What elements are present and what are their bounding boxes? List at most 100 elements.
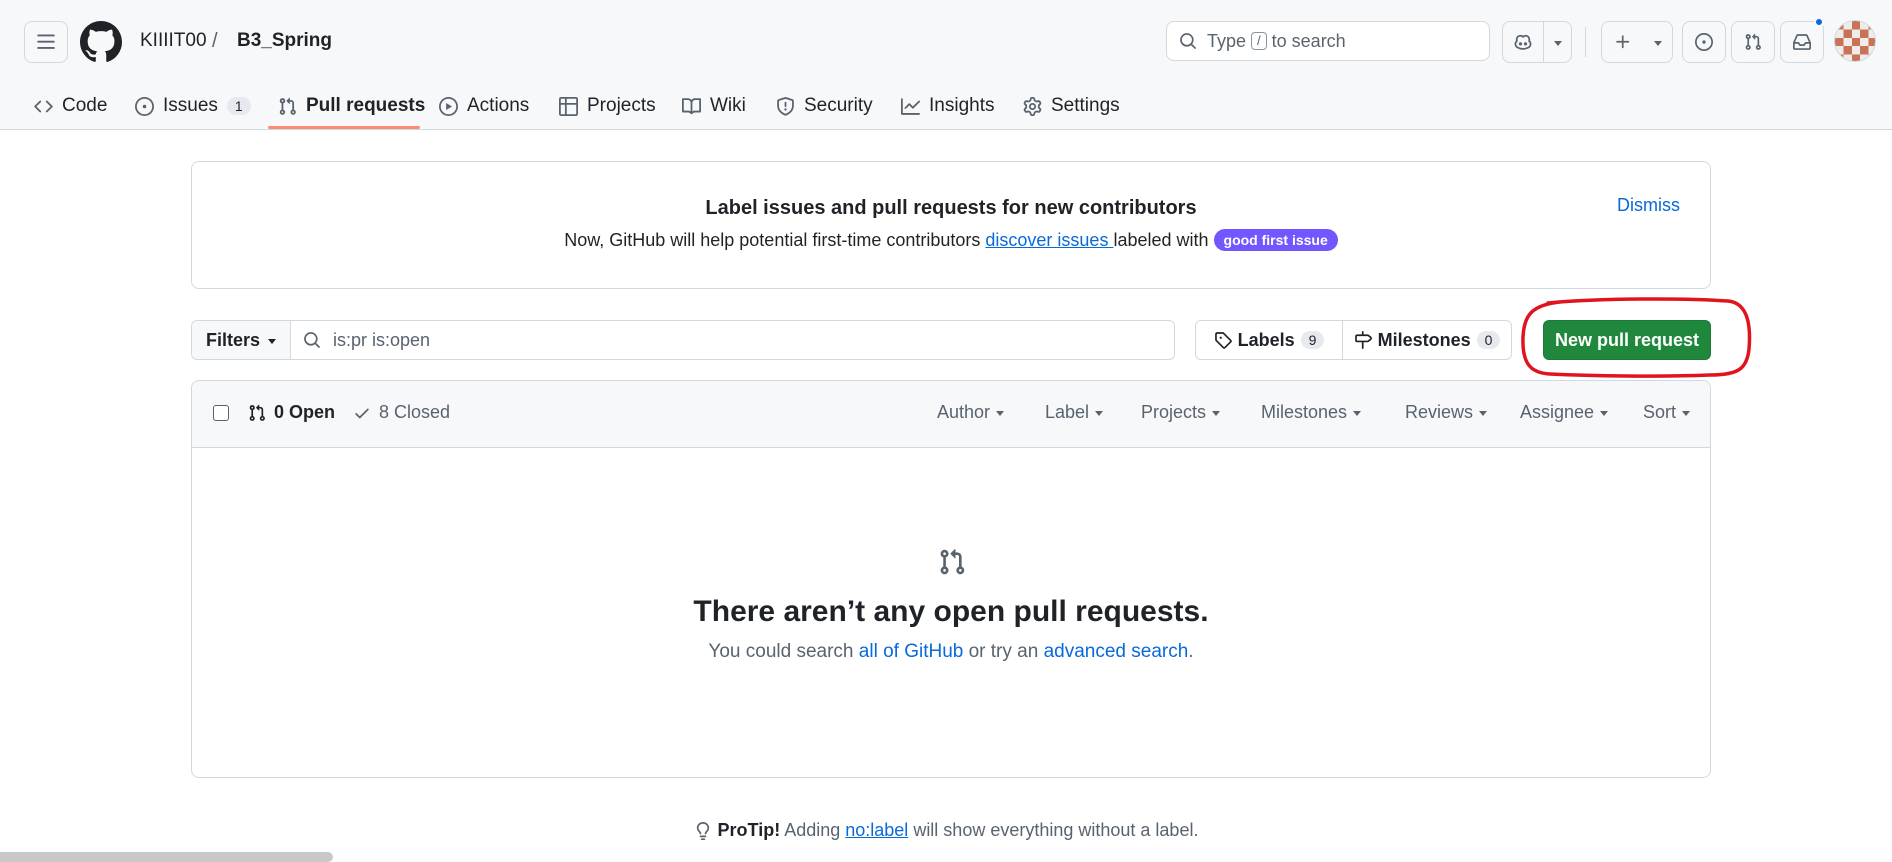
tab-label: Insights bbox=[929, 95, 995, 116]
horizontal-scrollbar[interactable] bbox=[0, 852, 333, 862]
path-separator: / bbox=[212, 30, 218, 52]
reviews-label: Reviews bbox=[1405, 402, 1474, 422]
new-contributors-banner: Label issues and pull requests for new c… bbox=[191, 161, 1711, 289]
tab-projects[interactable]: Projects bbox=[551, 82, 664, 130]
identicon-icon bbox=[1835, 21, 1875, 61]
repo-owner-link[interactable]: KIIIIT00 bbox=[140, 30, 207, 52]
inbox-icon bbox=[1793, 34, 1811, 50]
copilot-button[interactable] bbox=[1503, 22, 1543, 62]
check-icon bbox=[355, 408, 369, 418]
discover-issues-link[interactable]: discover issues bbox=[985, 230, 1113, 250]
light-bulb-icon bbox=[696, 821, 709, 840]
tab-security[interactable]: Security bbox=[768, 82, 881, 130]
sort-dropdown[interactable]: Sort bbox=[1643, 402, 1691, 423]
dismiss-button[interactable]: Dismiss bbox=[1617, 195, 1680, 216]
tab-label: Projects bbox=[587, 95, 656, 116]
protip: ProTip! Adding no:label will show everyt… bbox=[0, 820, 1892, 841]
search-icon bbox=[304, 332, 320, 348]
pull-requests-button[interactable] bbox=[1731, 21, 1775, 63]
milestones-dropdown[interactable]: Milestones bbox=[1261, 402, 1362, 423]
search-icon bbox=[1180, 33, 1196, 49]
tab-label: Actions bbox=[467, 95, 530, 116]
labels-milestones-group: Labels 9 Milestones 0 bbox=[1195, 320, 1512, 360]
plus-icon bbox=[1616, 35, 1630, 49]
filter-bar: Filters is:pr is:open bbox=[191, 320, 1175, 360]
avatar[interactable] bbox=[1834, 20, 1876, 62]
no-label-link[interactable]: no:label bbox=[845, 820, 908, 840]
copilot-button-group bbox=[1502, 21, 1572, 63]
label-label: Label bbox=[1045, 402, 1090, 422]
filters-dropdown-button[interactable]: Filters bbox=[192, 321, 291, 359]
blankslate-text-start: You could search bbox=[708, 641, 859, 662]
protip-strong: ProTip! bbox=[717, 820, 781, 840]
label-dropdown[interactable]: Label bbox=[1045, 402, 1104, 423]
open-filter-link[interactable]: 0 Open bbox=[248, 402, 335, 423]
repo-name-link[interactable]: B3_Spring bbox=[237, 30, 332, 52]
assignee-label: Assignee bbox=[1520, 402, 1595, 422]
tab-label: Pull requests bbox=[306, 95, 426, 116]
advanced-search-link[interactable]: advanced search bbox=[1044, 641, 1189, 662]
assignee-dropdown[interactable]: Assignee bbox=[1520, 402, 1609, 423]
author-dropdown[interactable]: Author bbox=[937, 402, 1005, 423]
milestone-icon bbox=[1354, 331, 1372, 349]
graph-icon bbox=[901, 97, 920, 115]
good-first-issue-label[interactable]: good first issue bbox=[1213, 229, 1338, 251]
closed-filter-link[interactable]: 8 Closed bbox=[353, 402, 450, 423]
create-new-dropdown[interactable] bbox=[1644, 22, 1672, 62]
tab-issues[interactable]: Issues 1 bbox=[127, 82, 259, 130]
banner-text-start: Now, GitHub will help potential first-ti… bbox=[564, 230, 986, 250]
github-logo-icon[interactable] bbox=[80, 21, 122, 63]
list-header: 0 Open 8 Closed Author Label Projects Mi… bbox=[192, 381, 1710, 448]
menu-button[interactable] bbox=[24, 21, 68, 63]
closed-count: 8 Closed bbox=[379, 402, 451, 422]
copilot-dropdown[interactable] bbox=[1543, 22, 1571, 62]
tab-pull-requests[interactable]: Pull requests bbox=[270, 82, 433, 130]
inbox-button[interactable] bbox=[1780, 21, 1824, 63]
tab-actions[interactable]: Actions bbox=[431, 82, 537, 130]
author-label: Author bbox=[937, 402, 991, 422]
issue-opened-icon bbox=[1695, 33, 1713, 51]
table-icon bbox=[559, 96, 578, 116]
search-shortcut-key: / bbox=[1251, 32, 1267, 50]
repo-header: KIIIIT00 / B3_Spring Type / to search Co… bbox=[0, 0, 1892, 130]
git-pull-request-icon bbox=[249, 404, 265, 421]
reviews-dropdown[interactable]: Reviews bbox=[1405, 402, 1488, 423]
tab-insights[interactable]: Insights bbox=[893, 82, 1002, 130]
blankslate-text-end: . bbox=[1188, 641, 1194, 662]
select-all-checkbox[interactable] bbox=[213, 405, 229, 421]
tag-icon bbox=[1214, 332, 1232, 349]
projects-dropdown[interactable]: Projects bbox=[1141, 402, 1221, 423]
labels-counter: 9 bbox=[1300, 331, 1325, 349]
issues-button[interactable] bbox=[1682, 21, 1726, 63]
create-new-button[interactable] bbox=[1602, 22, 1644, 62]
all-of-github-link[interactable]: all of GitHub bbox=[859, 641, 964, 662]
projects-label: Projects bbox=[1141, 402, 1207, 422]
git-pull-request-icon bbox=[1745, 33, 1761, 50]
tab-code[interactable]: Code bbox=[26, 82, 115, 130]
milestones-button[interactable]: Milestones 0 bbox=[1342, 321, 1511, 359]
milestones-label: Milestones bbox=[1261, 402, 1348, 422]
search-placeholder-suffix: to search bbox=[1271, 30, 1346, 51]
protip-text-start: Adding bbox=[780, 820, 846, 840]
filter-query: is:pr is:open bbox=[333, 329, 431, 350]
chevron-down-icon bbox=[268, 338, 277, 344]
hamburger-icon bbox=[37, 34, 55, 49]
tab-label: Code bbox=[62, 95, 108, 116]
tab-label: Security bbox=[804, 95, 873, 116]
chevron-down-icon bbox=[1654, 40, 1662, 46]
shield-icon bbox=[777, 96, 794, 116]
tab-wiki[interactable]: Wiki bbox=[674, 82, 754, 130]
milestones-counter: 0 bbox=[1476, 331, 1501, 349]
filters-label: Filters bbox=[205, 329, 261, 350]
tab-settings[interactable]: Settings bbox=[1015, 82, 1128, 130]
blankslate-text: You could search all of GitHub or try an… bbox=[192, 641, 1710, 663]
book-icon bbox=[682, 97, 701, 114]
labels-button[interactable]: Labels 9 bbox=[1196, 321, 1342, 359]
git-pull-request-icon bbox=[279, 97, 296, 115]
issue-opened-icon bbox=[135, 96, 154, 116]
protip-text-end: will show everything without a label. bbox=[908, 820, 1199, 840]
chevron-down-icon bbox=[1553, 40, 1562, 46]
global-search-input[interactable]: Type / to search bbox=[1166, 21, 1490, 61]
header-divider bbox=[1585, 27, 1586, 57]
filter-search-input[interactable]: is:pr is:open bbox=[291, 321, 1174, 359]
